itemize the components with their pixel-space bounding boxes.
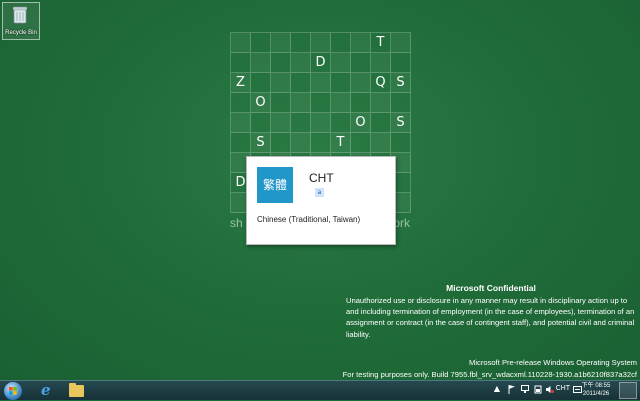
- grid-letter: Q: [371, 73, 391, 93]
- confidential-title: Microsoft Confidential: [446, 283, 536, 293]
- input-indicator[interactable]: CHT: [556, 385, 570, 392]
- tagline-left: sh: [230, 216, 243, 230]
- grid-cell: [231, 53, 251, 73]
- grid-cell: [291, 133, 311, 153]
- system-tray: ▲ CHT 下午 08:55 2011/4/26: [470, 381, 640, 401]
- grid-cell: [391, 93, 411, 113]
- grid-cell: [331, 93, 351, 113]
- grid-cell: [291, 113, 311, 133]
- grid-cell: [231, 93, 251, 113]
- grid-cell: [351, 33, 371, 53]
- grid-letter: T: [331, 133, 351, 153]
- grid-cell: [351, 93, 371, 113]
- grid-cell: [311, 113, 331, 133]
- confidential-notice: Microsoft Confidential Unauthorized use …: [346, 283, 636, 340]
- grid-cell: [291, 93, 311, 113]
- clock-time: 下午 08:55: [581, 383, 611, 389]
- grid-cell: [331, 113, 351, 133]
- grid-letter: D: [311, 53, 331, 73]
- folder-icon: [69, 383, 84, 397]
- grid-cell: [351, 53, 371, 73]
- ime-language-name: Chinese (Traditional, Taiwan): [257, 215, 361, 224]
- grid-cell: [231, 133, 251, 153]
- grid-cell: [371, 113, 391, 133]
- grid-cell: [291, 33, 311, 53]
- grid-cell: [371, 93, 391, 113]
- confidential-body: Unauthorized use or disclosure in any ma…: [346, 296, 635, 339]
- windows-explorer-button[interactable]: [64, 382, 90, 399]
- grid-cell: [311, 33, 331, 53]
- grid-cell: [311, 73, 331, 93]
- windows-logo-icon: [9, 387, 17, 395]
- grid-cell: [311, 133, 331, 153]
- network-icon[interactable]: [521, 385, 529, 394]
- grid-letter: Z: [231, 73, 251, 93]
- ime-language-code: CHT: [309, 171, 334, 185]
- battery-icon[interactable]: [534, 385, 542, 394]
- internet-explorer-button[interactable]: e: [34, 381, 60, 399]
- grid-letter: S: [391, 113, 411, 133]
- recycle-bin-label: Recycle Bin: [5, 30, 37, 36]
- grid-cell: [271, 53, 291, 73]
- clock-date: 2011/4/26: [582, 391, 610, 397]
- build-watermark: Microsoft Pre-release Windows Operating …: [343, 357, 637, 381]
- recycle-bin-shortcut[interactable]: Recycle Bin: [2, 2, 40, 40]
- volume-muted-icon[interactable]: [546, 385, 554, 394]
- show-desktop-button[interactable]: [619, 382, 637, 399]
- grid-cell: [271, 33, 291, 53]
- grid-cell: [251, 73, 271, 93]
- taskbar: e ▲ CHT 下午 08:55 2011/4/26: [0, 380, 640, 400]
- clock[interactable]: 下午 08:55 2011/4/26: [576, 382, 616, 398]
- start-button[interactable]: [4, 382, 22, 400]
- internet-explorer-icon: e: [41, 381, 51, 399]
- grid-cell: [271, 113, 291, 133]
- grid-cell: [271, 73, 291, 93]
- desktop: Recycle Bin TDZQSOOSSTD sh ork 繁體 CHT a …: [0, 0, 640, 380]
- grid-cell: [271, 93, 291, 113]
- grid-cell: [371, 133, 391, 153]
- grid-cell: [391, 33, 411, 53]
- grid-cell: [391, 53, 411, 73]
- grid-letter: O: [351, 113, 371, 133]
- action-center-flag-icon[interactable]: [508, 385, 516, 394]
- grid-letter: S: [391, 73, 411, 93]
- grid-cell: [251, 53, 271, 73]
- grid-cell: [231, 33, 251, 53]
- recycle-bin-icon: [13, 6, 27, 24]
- grid-letter: T: [371, 33, 391, 53]
- grid-cell: [331, 33, 351, 53]
- show-hidden-icons-icon[interactable]: ▲: [494, 384, 500, 393]
- grid-cell: [371, 53, 391, 73]
- ime-language-tile[interactable]: 繁體: [257, 167, 293, 203]
- grid-cell: [251, 33, 271, 53]
- grid-cell: [331, 53, 351, 73]
- grid-cell: [291, 53, 311, 73]
- os-line: Microsoft Pre-release Windows Operating …: [469, 358, 637, 367]
- grid-letter: O: [251, 93, 271, 113]
- grid-letter: S: [251, 133, 271, 153]
- grid-cell: [331, 73, 351, 93]
- grid-cell: [231, 113, 251, 133]
- grid-cell: [291, 73, 311, 93]
- grid-cell: [391, 133, 411, 153]
- grid-cell: [311, 93, 331, 113]
- ime-mode-badge: a: [315, 188, 324, 197]
- grid-cell: [271, 133, 291, 153]
- grid-cell: [251, 113, 271, 133]
- grid-cell: [351, 133, 371, 153]
- grid-cell: [351, 73, 371, 93]
- ime-language-popup[interactable]: 繁體 CHT a Chinese (Traditional, Taiwan): [246, 156, 396, 245]
